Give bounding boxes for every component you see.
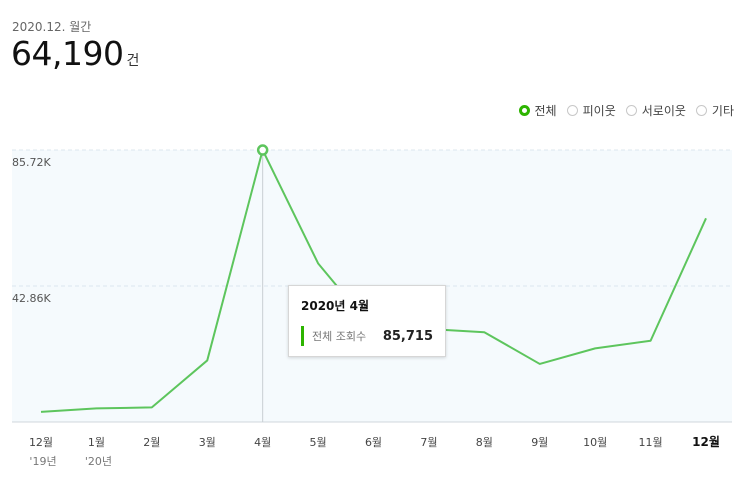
tooltip-value: 85,715 xyxy=(382,328,433,344)
x-tick-label: 10월 xyxy=(583,436,607,449)
x-tick-label: 3월 xyxy=(199,436,216,449)
x-tick-label: 12월 xyxy=(692,434,720,449)
tooltip-title: 2020년 4월 xyxy=(301,299,370,313)
x-tick-label: 2월 xyxy=(143,436,160,449)
x-tick-label: 8월 xyxy=(476,436,493,449)
line-chart: 42.86K 85.72K 12월 '19년 1월 '20년 2월 3월 4월 5월 6월 7월 8월 9… xyxy=(12,144,732,468)
x-tick-label: 11월 xyxy=(639,436,663,449)
x-tick-label: 9월 xyxy=(531,436,548,449)
chart-tooltip: 2020년 4월 전체 조회수 85,715 xyxy=(288,285,446,357)
x-tick-sublabel: '19년 xyxy=(29,455,56,468)
x-tick-label: 12월 xyxy=(29,436,53,449)
x-tick-label: 5월 xyxy=(310,436,327,449)
x-tick-label: 1월 xyxy=(88,436,105,449)
x-tick-sublabel: '20년 xyxy=(85,455,112,468)
tooltip-label: 전체 조회수 xyxy=(312,330,367,343)
x-tick-label: 4월 xyxy=(254,436,271,449)
tooltip-series-marker xyxy=(301,326,304,346)
x-tick-label: 6월 xyxy=(365,436,382,449)
y-tick-label: 42.86K xyxy=(12,292,51,305)
tooltip-row: 전체 조회수 85,715 xyxy=(301,326,433,346)
y-tick-label: 85.72K xyxy=(12,156,51,169)
x-tick-label: 7월 xyxy=(420,436,437,449)
highlight-point xyxy=(256,144,269,156)
